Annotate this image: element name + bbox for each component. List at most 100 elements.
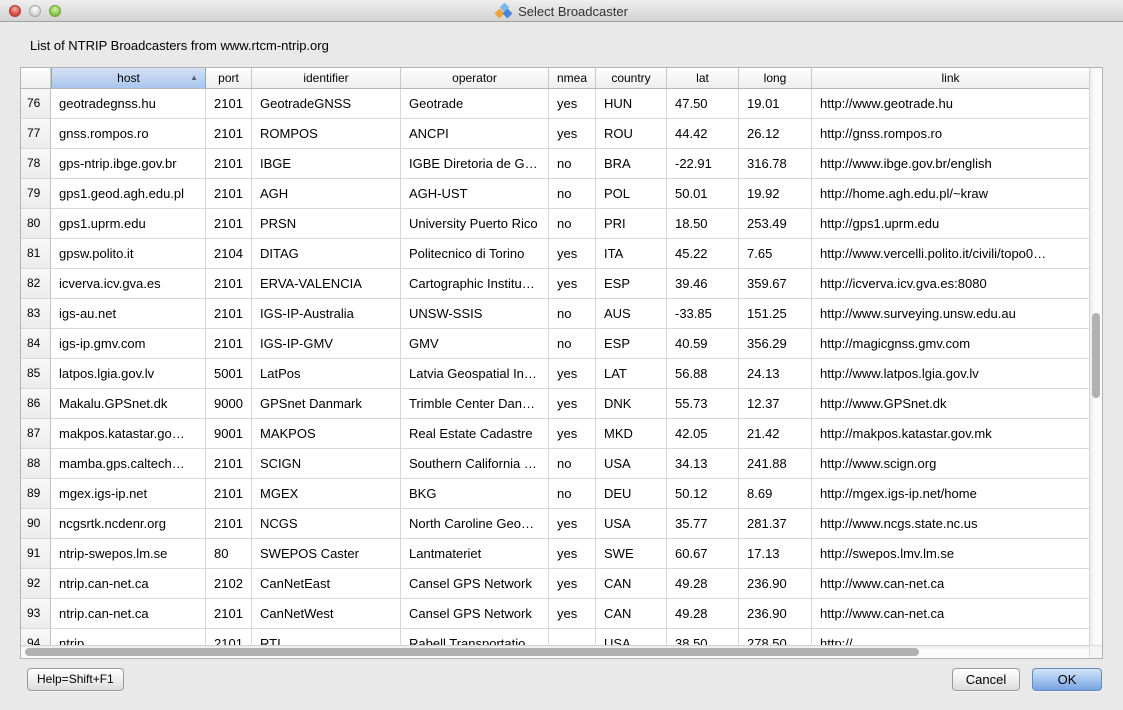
cell-link: http://www.can-net.ca [812,599,1089,629]
header-host[interactable]: host ▲ [51,68,206,88]
header-nmea[interactable]: nmea [549,68,596,88]
table-row[interactable]: 76geotradegnss.hu2101GeotradeGNSSGeotrad… [21,89,1102,119]
header-rownum [21,68,51,88]
window-title: Select Broadcaster [518,4,628,19]
header-port[interactable]: port [206,68,252,88]
cell-country: MKD [596,419,667,449]
title-bar[interactable]: Select Broadcaster [0,0,1123,22]
cell-long: 316.78 [739,149,812,179]
cell-long: 24.13 [739,359,812,389]
cell-operator: Real Estate Cadastre [401,419,549,449]
table-row[interactable]: 85latpos.lgia.gov.lv5001LatPosLatvia Geo… [21,359,1102,389]
table-row[interactable]: 80gps1.uprm.edu2101PRSNUniversity Puerto… [21,209,1102,239]
cell-link: http://www.GPSnet.dk [812,389,1089,419]
cell-host: gnss.rompos.ro [51,119,206,149]
vertical-scrollbar[interactable] [1089,68,1102,645]
cell-lat: 44.42 [667,119,739,149]
cell-host: igs-ip.gmv.com [51,329,206,359]
cell-link: http://home.agh.edu.pl/~kraw [812,179,1089,209]
row-number: 82 [21,269,51,299]
cell-lat: -33.85 [667,299,739,329]
table-body: 76geotradegnss.hu2101GeotradeGNSSGeotrad… [21,89,1102,645]
cell-country: USA [596,629,667,645]
table-row[interactable]: 93ntrip.can-net.ca2101CanNetWestCansel G… [21,599,1102,629]
row-number: 79 [21,179,51,209]
table-row[interactable]: 92ntrip.can-net.ca2102CanNetEastCansel G… [21,569,1102,599]
cell-port: 2101 [206,209,252,239]
cell-country: PRI [596,209,667,239]
cell-long: 21.42 [739,419,812,449]
cell-long: 359.67 [739,269,812,299]
header-host-label: host [117,71,140,85]
cell-country: USA [596,509,667,539]
table-row[interactable]: 86Makalu.GPSnet.dk9000GPSnet DanmarkTrim… [21,389,1102,419]
cell-link: http:// [812,629,1089,645]
table-row[interactable]: 77gnss.rompos.ro2101ROMPOSANCPIyesROU44.… [21,119,1102,149]
cell-host: ntrip [51,629,206,645]
cell-operator: Geotrade [401,89,549,119]
help-button[interactable]: Help=Shift+F1 [27,668,124,691]
cell-host: icverva.icv.gva.es [51,269,206,299]
table-row[interactable]: 81gpsw.polito.it2104DITAGPolitecnico di … [21,239,1102,269]
table-row[interactable]: 82icverva.icv.gva.es2101ERVA-VALENCIACar… [21,269,1102,299]
cell-operator: University Puerto Rico [401,209,549,239]
cell-host: ntrip.can-net.ca [51,569,206,599]
cell-lat: 45.22 [667,239,739,269]
table-row[interactable]: 84igs-ip.gmv.com2101IGS-IP-GMVGMVnoESP40… [21,329,1102,359]
table-row[interactable]: 78gps-ntrip.ibge.gov.br2101IBGEIGBE Dire… [21,149,1102,179]
cell-host: gps-ntrip.ibge.gov.br [51,149,206,179]
cell-port: 2101 [206,149,252,179]
row-number: 84 [21,329,51,359]
table-row[interactable]: 91ntrip-swepos.lm.se80SWEPOS CasterLantm… [21,539,1102,569]
header-link[interactable]: link [812,68,1089,88]
cell-link: http://www.surveying.unsw.edu.au [812,299,1089,329]
header-operator[interactable]: operator [401,68,549,88]
cell-nmea: yes [549,509,596,539]
cell-operator: Cansel GPS Network [401,599,549,629]
cell-operator: Cansel GPS Network [401,569,549,599]
table-row[interactable]: 90ncgsrtk.ncdenr.org2101NCGSNorth Caroli… [21,509,1102,539]
cell-identifier: GeotradeGNSS [252,89,401,119]
cell-nmea: yes [549,89,596,119]
cell-country: ESP [596,269,667,299]
cell-port: 2101 [206,269,252,299]
header-long[interactable]: long [739,68,812,88]
app-diamonds-icon [495,4,512,19]
cell-country: DNK [596,389,667,419]
ok-button[interactable]: OK [1032,668,1102,691]
cell-port: 2101 [206,479,252,509]
cell-long: 241.88 [739,449,812,479]
cell-host: ntrip.can-net.ca [51,599,206,629]
horizontal-scrollbar[interactable] [21,645,1089,658]
header-country[interactable]: country [596,68,667,88]
header-lat[interactable]: lat [667,68,739,88]
table-row[interactable]: 87makpos.katastar.go…9001MAKPOSReal Esta… [21,419,1102,449]
row-number: 92 [21,569,51,599]
cell-nmea: yes [549,539,596,569]
table-row[interactable]: 79gps1.geod.agh.edu.pl2101AGHAGH-USTnoPO… [21,179,1102,209]
broadcaster-table: host ▲ port identifier operator nmea cou… [20,67,1103,659]
vertical-scrollbar-thumb[interactable] [1092,313,1100,398]
cell-long: 8.69 [739,479,812,509]
table-row[interactable]: 94ntrip2101RTIRabell TransportatioUSA38.… [21,629,1102,645]
table-row[interactable]: 88mamba.gps.caltech…2101SCIGNSouthern Ca… [21,449,1102,479]
cell-identifier: MAKPOS [252,419,401,449]
cell-identifier: RTI [252,629,401,645]
row-number: 78 [21,149,51,179]
cell-host: ntrip-swepos.lm.se [51,539,206,569]
cell-link: http://icverva.icv.gva.es:8080 [812,269,1089,299]
cell-identifier: ERVA-VALENCIA [252,269,401,299]
cancel-button[interactable]: Cancel [952,668,1020,691]
cell-nmea: yes [549,359,596,389]
cell-operator: UNSW-SSIS [401,299,549,329]
cell-operator: Latvia Geospatial In… [401,359,549,389]
table-row[interactable]: 83igs-au.net2101IGS-IP-AustraliaUNSW-SSI… [21,299,1102,329]
cell-host: mgex.igs-ip.net [51,479,206,509]
cell-link: http://www.geotrade.hu [812,89,1089,119]
header-identifier[interactable]: identifier [252,68,401,88]
cell-link: http://gnss.rompos.ro [812,119,1089,149]
horizontal-scrollbar-thumb[interactable] [25,648,919,656]
cell-link: http://www.scign.org [812,449,1089,479]
table-row[interactable]: 89mgex.igs-ip.net2101MGEXBKGnoDEU50.128.… [21,479,1102,509]
cell-port: 2101 [206,89,252,119]
